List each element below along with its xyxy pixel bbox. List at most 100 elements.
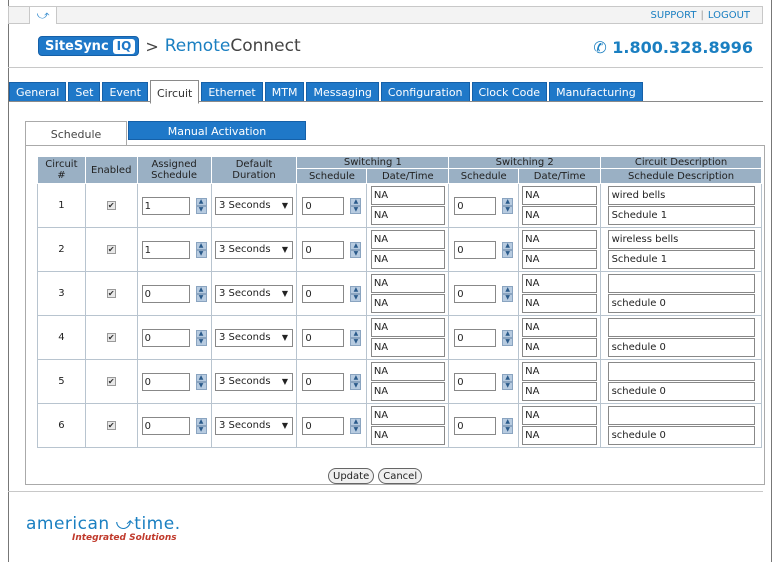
down-arrow-icon[interactable]: ▼ — [350, 425, 362, 434]
schedule-description-field[interactable]: schedule 0 — [607, 426, 755, 445]
s1-datetime-field[interactable]: NA — [370, 426, 445, 445]
default-duration-select[interactable]: 3 Seconds ▼ — [215, 328, 294, 347]
down-arrow-icon[interactable]: ▼ — [350, 381, 362, 390]
s1-schedule-input[interactable]: 0 — [302, 240, 345, 259]
circuit-description-field[interactable] — [607, 362, 755, 381]
down-arrow-icon[interactable]: ▼ — [502, 293, 514, 302]
up-arrow-icon[interactable]: ▲ — [502, 373, 514, 382]
cancel-button[interactable]: Cancel — [378, 468, 423, 484]
s1-schedule-input[interactable]: 0 — [302, 372, 345, 391]
down-arrow-icon[interactable]: ▼ — [350, 249, 362, 258]
s1-datetime-field[interactable]: NA — [370, 230, 445, 249]
tab-circuit[interactable]: Circuit — [149, 80, 200, 104]
down-arrow-icon[interactable]: ▼ — [350, 205, 362, 214]
app-logo-icon[interactable]: ⤻ — [29, 6, 57, 24]
s1-datetime-field[interactable]: NA — [370, 206, 445, 225]
tab-set[interactable]: Set — [68, 82, 101, 102]
assigned-schedule-input[interactable]: 0 — [141, 416, 190, 435]
down-arrow-icon[interactable]: ▼ — [195, 425, 207, 434]
up-arrow-icon[interactable]: ▲ — [350, 329, 362, 338]
s2-schedule-input[interactable]: 0 — [454, 372, 497, 391]
up-arrow-icon[interactable]: ▲ — [350, 373, 362, 382]
down-arrow-icon[interactable]: ▼ — [502, 425, 514, 434]
s1-datetime-field[interactable]: NA — [370, 274, 445, 293]
up-arrow-icon[interactable]: ▲ — [502, 329, 514, 338]
s1-datetime-field[interactable]: NA — [370, 186, 445, 205]
down-arrow-icon[interactable]: ▼ — [195, 293, 207, 302]
circuit-description-field[interactable] — [607, 274, 755, 293]
tab-general[interactable]: General — [9, 82, 67, 102]
default-duration-select[interactable]: 3 Seconds ▼ — [215, 416, 294, 435]
tab-mtm[interactable]: MTM — [264, 82, 305, 102]
up-arrow-icon[interactable]: ▲ — [350, 417, 362, 426]
enabled-checkbox[interactable]: ✔ — [106, 289, 116, 298]
update-button[interactable]: Update — [328, 468, 375, 484]
down-arrow-icon[interactable]: ▼ — [195, 381, 207, 390]
default-duration-select[interactable]: 3 Seconds ▼ — [215, 196, 294, 215]
tab-event[interactable]: Event — [102, 82, 148, 102]
tab-clock-code[interactable]: Clock Code — [471, 82, 548, 102]
enabled-checkbox[interactable]: ✔ — [106, 421, 116, 430]
s2-datetime-field[interactable]: NA — [522, 294, 598, 313]
s2-schedule-input[interactable]: 0 — [454, 284, 497, 303]
down-arrow-icon[interactable]: ▼ — [502, 249, 514, 258]
s2-datetime-field[interactable]: NA — [522, 230, 598, 249]
circuit-description-field[interactable] — [607, 318, 755, 337]
s2-datetime-field[interactable]: NA — [522, 406, 598, 425]
s1-schedule-input[interactable]: 0 — [302, 284, 345, 303]
up-arrow-icon[interactable]: ▲ — [195, 197, 207, 206]
down-arrow-icon[interactable]: ▼ — [195, 337, 207, 346]
schedule-description-field[interactable]: schedule 0 — [607, 382, 755, 401]
tab-manufacturing[interactable]: Manufacturing — [549, 82, 643, 102]
down-arrow-icon[interactable]: ▼ — [502, 205, 514, 214]
assigned-schedule-input[interactable]: 0 — [141, 328, 190, 347]
down-arrow-icon[interactable]: ▼ — [502, 337, 514, 346]
up-arrow-icon[interactable]: ▲ — [195, 373, 207, 382]
s1-schedule-input[interactable]: 0 — [302, 328, 345, 347]
down-arrow-icon[interactable]: ▼ — [350, 293, 362, 302]
schedule-description-field[interactable]: schedule 0 — [607, 294, 755, 313]
s1-datetime-field[interactable]: NA — [370, 294, 445, 313]
enabled-checkbox[interactable]: ✔ — [106, 377, 116, 386]
s1-datetime-field[interactable]: NA — [370, 318, 445, 337]
s1-datetime-field[interactable]: NA — [370, 338, 445, 357]
up-arrow-icon[interactable]: ▲ — [350, 197, 362, 206]
up-arrow-icon[interactable]: ▲ — [502, 285, 514, 294]
s2-datetime-field[interactable]: NA — [522, 318, 598, 337]
enabled-checkbox[interactable]: ✔ — [106, 333, 116, 342]
up-arrow-icon[interactable]: ▲ — [195, 241, 207, 250]
up-arrow-icon[interactable]: ▲ — [502, 417, 514, 426]
assigned-schedule-input[interactable]: 0 — [141, 284, 190, 303]
support-link[interactable]: SUPPORT — [651, 10, 697, 21]
up-arrow-icon[interactable]: ▲ — [195, 285, 207, 294]
tab-configuration[interactable]: Configuration — [380, 82, 470, 102]
s2-schedule-input[interactable]: 0 — [454, 416, 497, 435]
schedule-description-field[interactable]: Schedule 1 — [607, 250, 755, 269]
up-arrow-icon[interactable]: ▲ — [502, 241, 514, 250]
s1-datetime-field[interactable]: NA — [370, 250, 445, 269]
s1-datetime-field[interactable]: NA — [370, 382, 445, 401]
up-arrow-icon[interactable]: ▲ — [195, 329, 207, 338]
subtab-manual-activation[interactable]: Manual Activation — [128, 121, 306, 140]
down-arrow-icon[interactable]: ▼ — [195, 205, 207, 214]
circuit-description-field[interactable]: wired bells — [607, 186, 755, 205]
s2-datetime-field[interactable]: NA — [522, 362, 598, 381]
tab-ethernet[interactable]: Ethernet — [201, 82, 263, 102]
logout-link[interactable]: LOGOUT — [708, 10, 750, 21]
s2-schedule-input[interactable]: 0 — [454, 328, 497, 347]
enabled-checkbox[interactable]: ✔ — [106, 201, 116, 210]
default-duration-select[interactable]: 3 Seconds ▼ — [215, 372, 294, 391]
up-arrow-icon[interactable]: ▲ — [350, 241, 362, 250]
s2-datetime-field[interactable]: NA — [522, 274, 598, 293]
s2-datetime-field[interactable]: NA — [522, 382, 598, 401]
down-arrow-icon[interactable]: ▼ — [502, 381, 514, 390]
s1-schedule-input[interactable]: 0 — [302, 196, 345, 215]
s2-datetime-field[interactable]: NA — [522, 206, 598, 225]
up-arrow-icon[interactable]: ▲ — [350, 285, 362, 294]
tab-messaging[interactable]: Messaging — [306, 82, 379, 102]
s2-schedule-input[interactable]: 0 — [454, 240, 497, 259]
s2-schedule-input[interactable]: 0 — [454, 196, 497, 215]
s2-datetime-field[interactable]: NA — [522, 338, 598, 357]
schedule-description-field[interactable]: schedule 0 — [607, 338, 755, 357]
assigned-schedule-input[interactable]: 0 — [141, 372, 190, 391]
